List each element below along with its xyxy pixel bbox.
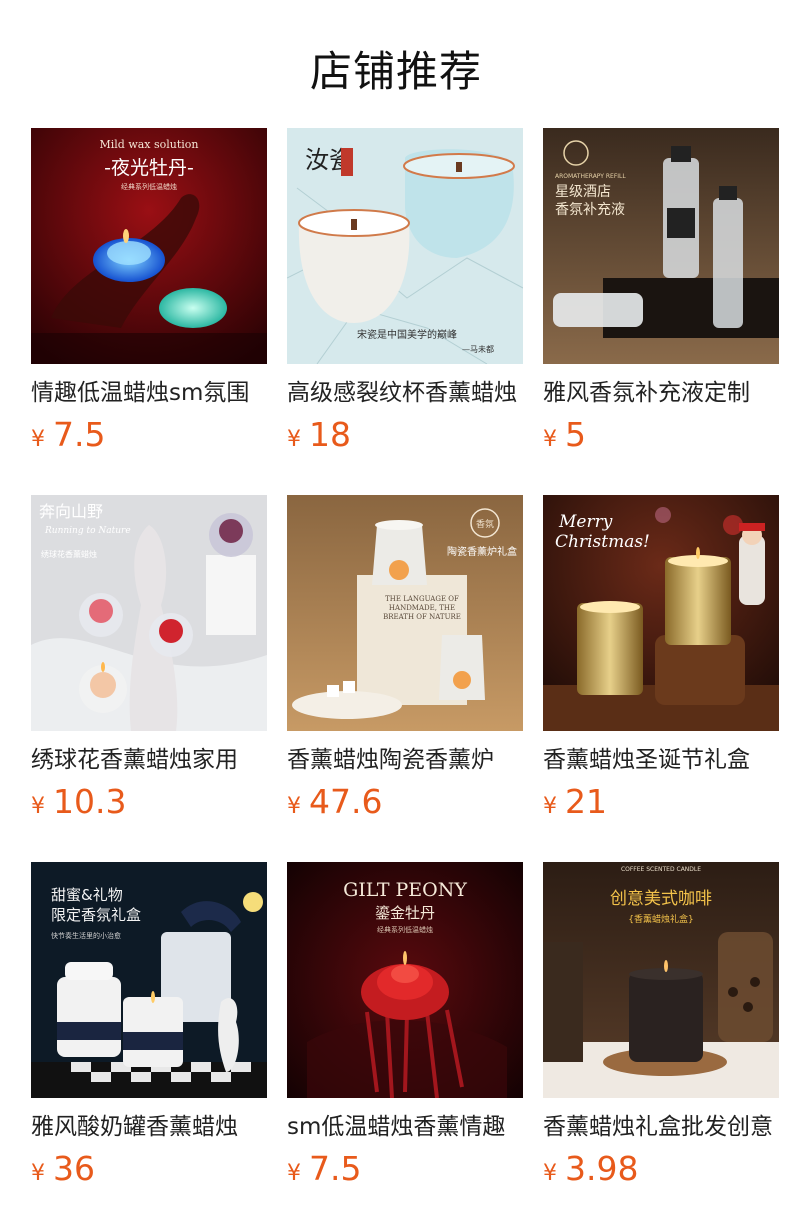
christmas-candle-image[interactable]: Merry Christmas! <box>543 495 779 731</box>
product-price: ¥3.98 <box>543 1149 638 1188</box>
image-caption: Christmas! <box>555 532 650 552</box>
product-card[interactable]: AROMATHERAPY REFILL 星级酒店 香氛补充液 雅风香氛补充液定制… <box>543 128 779 458</box>
product-card[interactable]: COFFEE SCENTED CANDLE 创意美式咖啡 {香薰蜡烛礼盒} 香薰… <box>543 862 779 1192</box>
product-price: ¥7.5 <box>287 1149 361 1188</box>
image-caption: Mild wax solution <box>99 138 198 151</box>
product-card[interactable]: 香氛 陶瓷香薰炉礼盒 THE LANGUAGE OF HANDMADE, THE… <box>287 495 523 825</box>
image-caption: COFFEE SCENTED CANDLE <box>621 866 701 873</box>
currency-symbol: ¥ <box>31 1161 45 1186</box>
image-caption: 快节奏生活里的小治愈 <box>51 931 121 940</box>
image-caption: —马未都 <box>462 344 494 354</box>
image-caption: 香氛补充液 <box>555 202 625 218</box>
image-caption: 创意美式咖啡 <box>610 889 712 909</box>
product-card[interactable]: 汝瓷 宋瓷是中国美学的巅峰 —马未都 高级感裂纹杯香薰蜡烛 ¥18 <box>287 128 523 458</box>
image-caption: Merry <box>558 512 613 532</box>
image-caption: THE LANGUAGE OF HANDMADE, THE BREATH OF … <box>383 595 461 621</box>
product-name[interactable]: 雅风酸奶罐香薰蜡烛 <box>31 1112 267 1142</box>
currency-symbol: ¥ <box>31 427 45 452</box>
image-caption: 绣球花香薰蜡烛 <box>41 549 97 559</box>
currency-symbol: ¥ <box>287 1161 301 1186</box>
product-name[interactable]: sm低温蜡烛香薰情趣 <box>287 1112 523 1142</box>
image-caption: 甜蜜&礼物 <box>51 886 123 904</box>
product-price: ¥18 <box>287 415 351 454</box>
image-caption: -夜光牡丹- <box>104 157 194 179</box>
image-caption: 经典系列低温蜡烛 <box>377 925 433 934</box>
image-caption: 经典系列低温蜡烛 <box>121 182 177 191</box>
product-price: ¥10.3 <box>31 782 126 821</box>
image-caption: 星级酒店 <box>555 184 611 200</box>
currency-symbol: ¥ <box>543 794 557 819</box>
price-value: 36 <box>53 1149 95 1188</box>
price-value: 47.6 <box>309 782 383 821</box>
price-value: 21 <box>565 782 607 821</box>
refill-bottles-image[interactable]: AROMATHERAPY REFILL 星级酒店 香氛补充液 <box>543 128 779 364</box>
currency-symbol: ¥ <box>543 427 557 452</box>
product-price: ¥7.5 <box>31 415 105 454</box>
image-caption: {香薰蜡烛礼盒} <box>628 913 693 925</box>
hydrangea-candle-image[interactable]: 奔向山野 Running to Nature 绣球花香薰蜡烛 <box>31 495 267 731</box>
ceramic-burner-image[interactable]: 香氛 陶瓷香薰炉礼盒 THE LANGUAGE OF HANDMADE, THE… <box>287 495 523 731</box>
image-caption: AROMATHERAPY REFILL <box>555 173 626 180</box>
price-value: 7.5 <box>309 1149 362 1188</box>
product-price: ¥36 <box>31 1149 95 1188</box>
image-caption: 陶瓷香薰炉礼盒 <box>447 545 517 558</box>
product-price: ¥5 <box>543 415 586 454</box>
product-name[interactable]: 香薰蜡烛陶瓷香薰炉 <box>287 745 523 775</box>
product-name[interactable]: 香薰蜡烛圣诞节礼盒 <box>543 745 779 775</box>
image-caption: 香氛 <box>476 518 494 530</box>
currency-symbol: ¥ <box>543 1161 557 1186</box>
price-value: 10.3 <box>53 782 127 821</box>
price-value: 7.5 <box>53 415 106 454</box>
image-caption: 鎏金牡丹 <box>375 904 435 922</box>
yogurt-jar-candle-image[interactable]: 甜蜜&礼物 限定香氛礼盒 快节奏生活里的小治愈 <box>31 862 267 1098</box>
price-value: 18 <box>309 415 351 454</box>
product-card[interactable]: 甜蜜&礼物 限定香氛礼盒 快节奏生活里的小治愈 雅风酸奶罐香薰蜡烛 ¥36 <box>31 862 267 1192</box>
peony-candle-image[interactable]: Mild wax solution -夜光牡丹- 经典系列低温蜡烛 <box>31 128 267 364</box>
product-card[interactable]: Merry Christmas! 香薰蜡烛圣诞节礼盒 ¥21 <box>543 495 779 825</box>
currency-symbol: ¥ <box>287 427 301 452</box>
product-name[interactable]: 高级感裂纹杯香薰蜡烛 <box>287 378 523 408</box>
product-card[interactable]: Mild wax solution -夜光牡丹- 经典系列低温蜡烛 情趣低温蜡烛… <box>31 128 267 458</box>
product-name[interactable]: 情趣低温蜡烛sm氛围 <box>31 378 267 408</box>
product-price: ¥21 <box>543 782 607 821</box>
image-caption: 限定香氛礼盒 <box>51 906 141 924</box>
product-name[interactable]: 绣球花香薰蜡烛家用 <box>31 745 267 775</box>
image-caption: Running to Nature <box>44 526 131 536</box>
section-title: 店铺推荐 <box>309 47 482 96</box>
product-price: ¥47.6 <box>287 782 382 821</box>
image-caption: 宋瓷是中国美学的巅峰 <box>357 328 457 341</box>
product-name[interactable]: 香薰蜡烛礼盒批发创意 <box>543 1112 779 1142</box>
coffee-candle-image[interactable]: COFFEE SCENTED CANDLE 创意美式咖啡 {香薰蜡烛礼盒} <box>543 862 779 1098</box>
image-caption: GILT PEONY <box>343 879 467 901</box>
price-value: 3.98 <box>565 1149 639 1188</box>
product-card[interactable]: GILT PEONY 鎏金牡丹 经典系列低温蜡烛 sm低温蜡烛香薰情趣 ¥7.5 <box>287 862 523 1192</box>
product-card[interactable]: 奔向山野 Running to Nature 绣球花香薰蜡烛 绣球花香薰蜡烛家用… <box>31 495 267 825</box>
price-value: 5 <box>565 415 586 454</box>
currency-symbol: ¥ <box>287 794 301 819</box>
currency-symbol: ¥ <box>31 794 45 819</box>
image-caption: 奔向山野 <box>39 502 103 521</box>
crackle-cup-candle-image[interactable]: 汝瓷 宋瓷是中国美学的巅峰 —马未都 <box>287 128 523 364</box>
product-name[interactable]: 雅风香氛补充液定制 <box>543 378 779 408</box>
gilt-peony-candle-image[interactable]: GILT PEONY 鎏金牡丹 经典系列低温蜡烛 <box>287 862 523 1098</box>
